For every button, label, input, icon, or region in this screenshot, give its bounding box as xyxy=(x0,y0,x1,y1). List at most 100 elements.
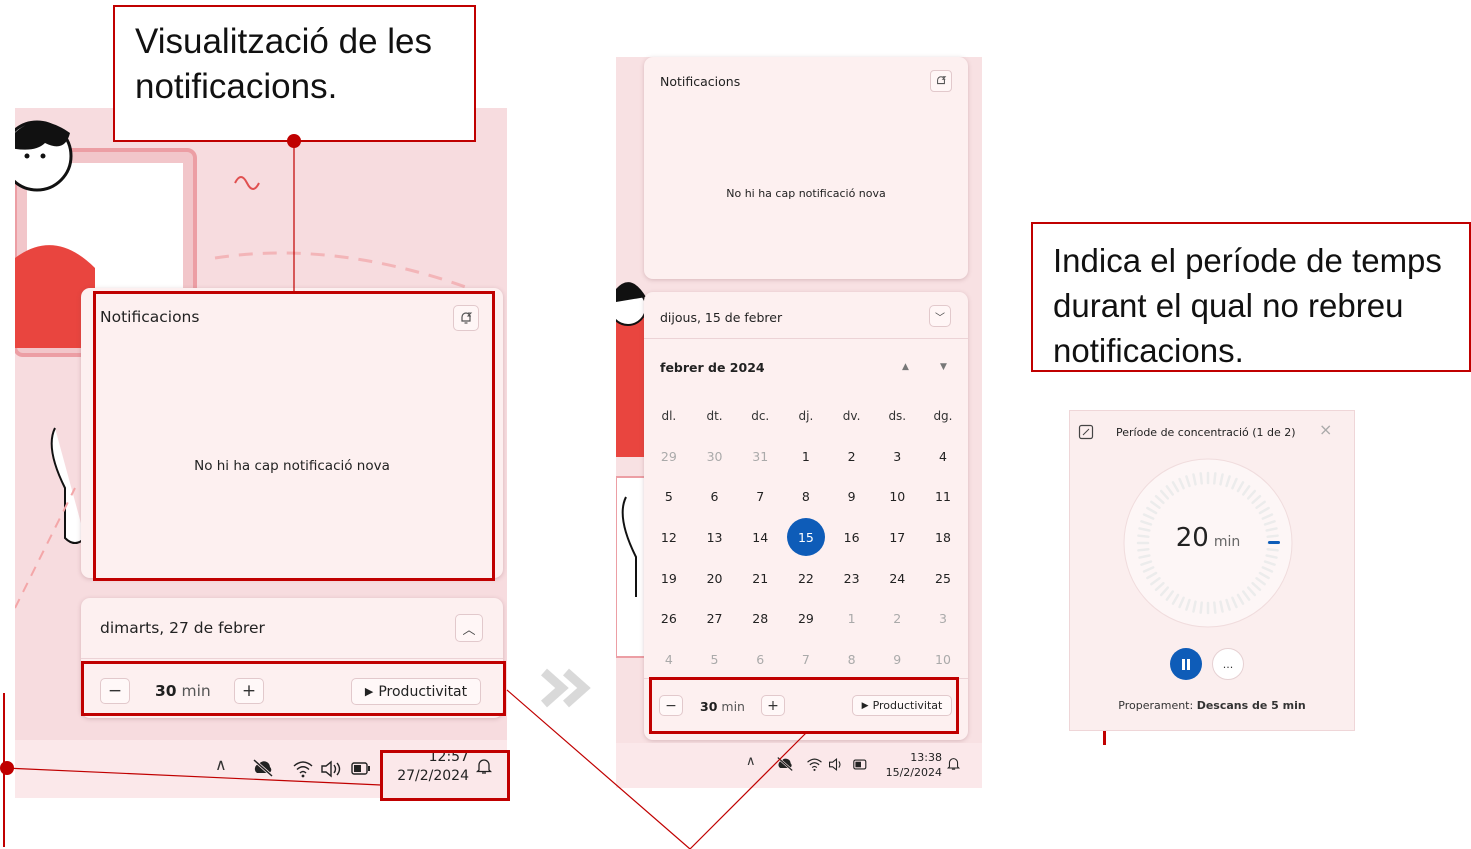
calendar-day[interactable]: 16 xyxy=(829,530,875,545)
clock-2[interactable]: 13:38 15/2/2024 xyxy=(878,750,942,782)
calendar-day[interactable]: 7 xyxy=(737,489,783,504)
empty-notifications-text-2: No hi ha cap notificació nova xyxy=(726,187,886,200)
pause-icon xyxy=(1182,658,1190,670)
calendar-day[interactable]: 4 xyxy=(920,449,966,464)
calendar-day-number: 7 xyxy=(756,489,765,505)
calendar-day[interactable]: 5 xyxy=(692,652,738,667)
highlight-focus-controls xyxy=(81,661,506,716)
dial-tick xyxy=(1213,601,1217,614)
calendar-day[interactable]: 5 xyxy=(646,489,692,504)
calendar-day-number: 3 xyxy=(938,611,947,627)
battery-icon[interactable] xyxy=(351,762,371,775)
calendar-day[interactable]: 29 xyxy=(783,611,829,626)
calendar-day[interactable]: 4 xyxy=(646,652,692,667)
divider xyxy=(644,338,968,339)
calendar-day-number: 1 xyxy=(847,611,856,627)
dial-tick xyxy=(1199,472,1203,485)
notification-settings-button-2[interactable] xyxy=(930,70,952,92)
close-icon[interactable]: × xyxy=(1319,420,1332,439)
calendar-day[interactable]: 23 xyxy=(829,571,875,586)
clock-time: 13:38 xyxy=(910,751,942,764)
focus-timer-unit: min xyxy=(1213,534,1241,550)
calendar-day-today[interactable]: 15 xyxy=(783,518,829,557)
calendar-day-number: 27 xyxy=(706,611,723,627)
calendar-day[interactable]: 31 xyxy=(737,449,783,464)
calendar-day-number: 30 xyxy=(706,448,723,464)
more-options-button[interactable]: ... xyxy=(1212,648,1244,680)
show-hidden-icons-icon[interactable]: ∧ xyxy=(215,755,227,774)
calendar-day-number: 25 xyxy=(935,570,951,586)
expand-calendar-button[interactable]: ︿ xyxy=(455,614,483,642)
calendar-week-row: 19 20 21 22 23 24 25 xyxy=(646,558,966,599)
bell-icon[interactable] xyxy=(947,756,960,771)
calendar-day[interactable]: 18 xyxy=(920,530,966,545)
calendar-day-number: 29 xyxy=(660,448,677,464)
callout-focus-period: Indica el període de temps durant el qua… xyxy=(1031,222,1471,372)
calendar-day[interactable]: 10 xyxy=(874,489,920,504)
calendar-day[interactable]: 24 xyxy=(874,571,920,586)
calendar-day-number: 5 xyxy=(664,489,673,505)
restore-window-icon[interactable] xyxy=(1078,424,1094,440)
calendar-day[interactable]: 21 xyxy=(737,571,783,586)
calendar-day[interactable]: 8 xyxy=(783,489,829,504)
previous-month-icon[interactable]: ▲ xyxy=(902,362,909,372)
cloud-off-icon[interactable] xyxy=(776,756,794,772)
calendar-day-number: 2 xyxy=(893,611,902,627)
volume-icon[interactable] xyxy=(320,760,342,778)
calendar-day[interactable]: 25 xyxy=(920,571,966,586)
calendar-day[interactable]: 2 xyxy=(874,611,920,626)
calendar-day[interactable]: 1 xyxy=(783,449,829,464)
calendar-day[interactable]: 6 xyxy=(692,489,738,504)
calendar-day-number: 22 xyxy=(797,570,814,586)
calendar-day[interactable]: 29 xyxy=(646,449,692,464)
calendar-day[interactable]: 28 xyxy=(737,611,783,626)
calendar-day[interactable]: 27 xyxy=(692,611,738,626)
focus-session-title: Període de concentració (1 de 2) xyxy=(1116,426,1296,439)
calendar-day[interactable]: 6 xyxy=(737,652,783,667)
calendar-day[interactable]: 3 xyxy=(874,449,920,464)
weekday-label: dg. xyxy=(933,409,953,423)
highlight-notifications xyxy=(93,291,495,581)
callout-anchor-dot xyxy=(0,761,14,775)
calendar-day-number: 7 xyxy=(801,651,810,667)
calendar-day[interactable]: 8 xyxy=(829,652,875,667)
show-hidden-icons-icon[interactable]: ∧ xyxy=(746,754,756,769)
calendar-week-row: 26 27 28 29 1 2 3 xyxy=(646,598,966,639)
weekday-label: dl. xyxy=(661,409,677,423)
wifi-icon[interactable] xyxy=(292,760,314,778)
battery-icon[interactable] xyxy=(853,759,869,770)
calendar-day-number: 4 xyxy=(664,651,673,667)
calendar-day[interactable]: 17 xyxy=(874,530,920,545)
callout-anchor-dot xyxy=(287,134,301,148)
calendar-day[interactable]: 11 xyxy=(920,489,966,504)
date-header: dimarts, 27 de febrer xyxy=(100,619,265,637)
calendar-day[interactable]: 20 xyxy=(692,571,738,586)
next-month-icon[interactable]: ▼ xyxy=(940,362,947,372)
calendar-day[interactable]: 1 xyxy=(829,611,875,626)
calendar-day[interactable]: 7 xyxy=(783,652,829,667)
calendar-day[interactable]: 26 xyxy=(646,611,692,626)
calendar-day[interactable]: 19 xyxy=(646,571,692,586)
calendar-day[interactable]: 3 xyxy=(920,611,966,626)
calendar-day[interactable]: 14 xyxy=(737,530,783,545)
calendar-day-number: 8 xyxy=(847,651,856,667)
calendar-week-row: 5 6 7 8 9 10 11 xyxy=(646,477,966,518)
calendar-day[interactable]: 22 xyxy=(783,571,829,586)
calendar-day-number: 24 xyxy=(889,570,906,586)
calendar-day[interactable]: 13 xyxy=(692,530,738,545)
dial-tick xyxy=(1213,472,1217,485)
callout-focus-period-text: Indica el període de temps durant el qua… xyxy=(1053,242,1442,369)
calendar-day[interactable]: 9 xyxy=(874,652,920,667)
calendar-day[interactable]: 9 xyxy=(829,489,875,504)
chevron-up-icon: ︿ xyxy=(462,622,476,638)
wifi-icon[interactable] xyxy=(806,757,823,772)
calendar-day[interactable]: 12 xyxy=(646,530,692,545)
pause-button[interactable] xyxy=(1170,648,1202,680)
calendar-day[interactable]: 2 xyxy=(829,449,875,464)
calendar-day[interactable]: 30 xyxy=(692,449,738,464)
calendar-day[interactable]: 10 xyxy=(920,652,966,667)
collapse-calendar-button[interactable]: ﹀ xyxy=(929,305,951,327)
calendar-week-row: 29 30 31 1 2 3 4 xyxy=(646,436,966,477)
cloud-off-icon[interactable] xyxy=(252,758,274,778)
volume-icon[interactable] xyxy=(828,757,845,772)
